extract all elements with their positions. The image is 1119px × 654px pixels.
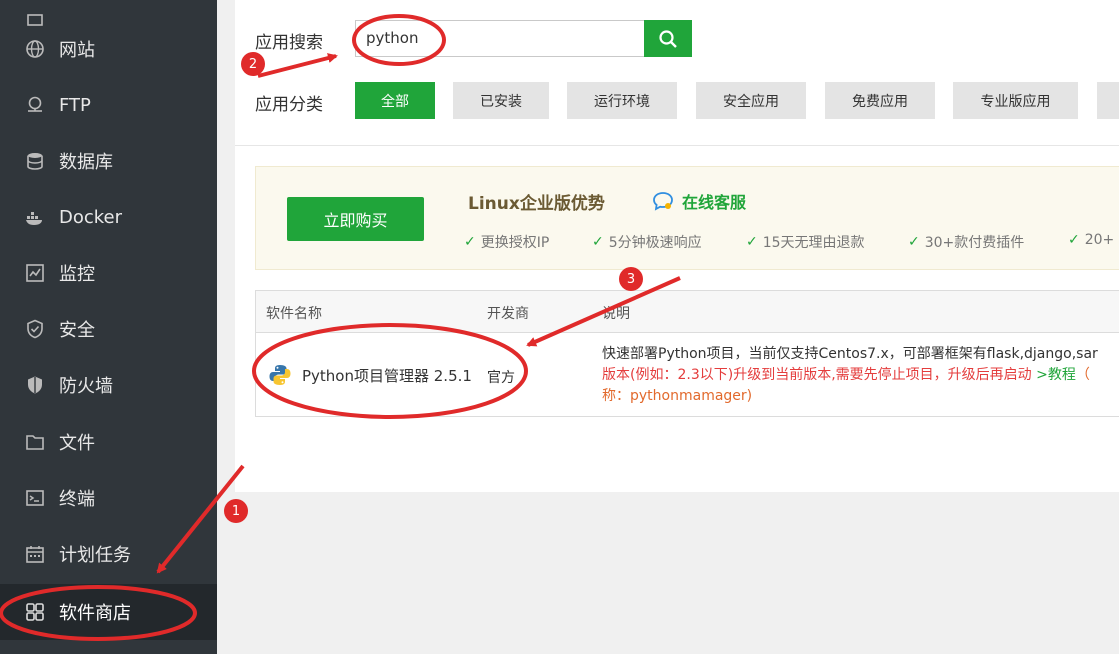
search-input[interactable]: python	[355, 20, 645, 57]
search-button[interactable]	[644, 20, 692, 57]
firewall-shield-icon	[24, 374, 46, 396]
ftp-icon	[24, 94, 46, 116]
tab-all[interactable]: 全部	[355, 82, 435, 119]
sidebar: 网站 FTP 数据库 Docker 监控 安全 防火墙 文件 终端 计划任务 软…	[0, 0, 217, 654]
sidebar-item-label: 防火墙	[59, 376, 113, 397]
sidebar-item-label: 网站	[59, 40, 95, 61]
buy-now-button[interactable]: 立即购买	[287, 197, 424, 241]
content-gutter	[217, 0, 235, 654]
tab-installed[interactable]: 已安装	[453, 82, 549, 119]
feature-item: ✓ 更换授权IP	[464, 232, 549, 252]
sidebar-item-files[interactable]: 文件	[0, 414, 217, 470]
sidebar-item-label: Docker	[59, 206, 123, 228]
sidebar-item-label: 软件商店	[59, 603, 131, 624]
column-header-name: 软件名称	[266, 306, 322, 322]
sidebar-item-ftp[interactable]: FTP	[0, 77, 217, 133]
category-label: 应用分类	[255, 95, 323, 115]
table-header: 软件名称 开发商 说明	[256, 291, 1119, 333]
online-service-link[interactable]: 在线客服	[652, 189, 746, 213]
check-icon: ✓	[908, 234, 920, 250]
sidebar-item-cron[interactable]: 计划任务	[0, 526, 217, 582]
terminal-icon	[24, 487, 46, 509]
sidebar-item-label: 安全	[59, 320, 95, 341]
monitor-icon	[24, 262, 46, 284]
column-header-developer: 开发商	[487, 306, 529, 322]
description-name-note: 称：pythonmamager)	[602, 388, 753, 404]
feature-item: ✓ 5分钟极速响应	[592, 232, 702, 252]
enterprise-promo-banner: 立即购买 Linux企业版优势 在线客服 ✓ 更换授权IP ✓ 5分钟极速响应 ✓ 1…	[255, 166, 1119, 270]
sidebar-item-label: 监控	[59, 264, 95, 285]
software-name[interactable]: Python项目管理器 2.5.1	[302, 365, 472, 386]
sidebar-item-label: 数据库	[59, 152, 113, 173]
sidebar-item-app-store[interactable]: 软件商店	[0, 584, 217, 640]
sidebar-item-firewall[interactable]: 防火墙	[0, 357, 217, 413]
chat-bubble-icon	[652, 191, 674, 211]
check-icon: ✓	[1068, 232, 1080, 248]
tab-runtime[interactable]: 运行环境	[567, 82, 677, 119]
database-icon	[24, 150, 46, 172]
app-store-panel: 应用搜索 python 应用分类 全部 已安装 运行环境 安全应用 免费应用 专…	[235, 0, 1119, 492]
sidebar-item-security[interactable]: 安全	[0, 301, 217, 357]
grid-icon	[24, 601, 46, 623]
feature-label: 5分钟极速响应	[608, 235, 702, 251]
feature-label: 15天无理由退款	[762, 235, 865, 251]
annotation-badge-3: 3	[619, 267, 643, 291]
annotation-badge-1: 1	[224, 499, 248, 523]
sidebar-item-monitor[interactable]: 监控	[0, 245, 217, 301]
check-icon: ✓	[592, 234, 604, 250]
sidebar-item-database[interactable]: 数据库	[0, 133, 217, 189]
shield-check-icon	[24, 318, 46, 340]
sidebar-item-docker[interactable]: Docker	[0, 189, 217, 245]
folder-icon	[24, 431, 46, 453]
calendar-icon	[24, 543, 46, 565]
feature-label: 20+	[1084, 232, 1115, 248]
feature-item: ✓ 15天无理由退款	[746, 232, 865, 252]
python-logo-icon	[268, 363, 292, 387]
tab-pro-apps[interactable]: 专业版应用	[953, 82, 1078, 119]
online-service-label: 在线客服	[682, 193, 747, 212]
software-description: 快速部署Python项目，当前仅支持Centos7.x，可部署框架有flask,…	[602, 344, 1098, 407]
feature-label: 更换授权IP	[480, 235, 550, 251]
annotation-badge-2: 2	[241, 52, 265, 76]
check-icon: ✓	[464, 234, 476, 250]
feature-item: ✓ 30+款付费插件	[908, 232, 1024, 252]
software-table: 软件名称 开发商 说明 Python项目管理器 2.5.1 官方 快速部署Pyt…	[255, 290, 1119, 417]
sidebar-item-website[interactable]: 网站	[0, 21, 217, 77]
main-content: 应用搜索 python 应用分类 全部 已安装 运行环境 安全应用 免费应用 专…	[217, 0, 1119, 654]
sidebar-item-terminal[interactable]: 终端	[0, 470, 217, 526]
tutorial-link[interactable]: >教程	[1036, 367, 1076, 383]
divider	[235, 145, 1119, 146]
tab-free-apps[interactable]: 免费应用	[825, 82, 935, 119]
search-label: 应用搜索	[255, 33, 323, 53]
software-developer: 官方	[487, 370, 515, 386]
docker-icon	[24, 206, 46, 228]
sidebar-item-label: 计划任务	[59, 545, 131, 566]
search-icon	[658, 29, 678, 49]
description-warning: 版本(例如：2.3以下)升级到当前版本,需要先停止项目，升级后再启动	[602, 367, 1032, 383]
description-line: 快速部署Python项目，当前仅支持Centos7.x，可部署框架有flask,…	[602, 346, 1098, 362]
sidebar-item-label: 终端	[59, 489, 95, 510]
globe-icon	[24, 38, 46, 60]
description-tail: （	[1075, 367, 1090, 383]
tab-overflow[interactable]	[1097, 82, 1119, 119]
column-header-description: 说明	[602, 306, 630, 322]
sidebar-item-label: FTP	[59, 94, 91, 116]
feature-item: ✓ 20+	[1068, 232, 1114, 248]
promo-title: Linux企业版优势	[468, 194, 605, 214]
tab-security-apps[interactable]: 安全应用	[696, 82, 806, 119]
sidebar-item-label: 文件	[59, 433, 95, 454]
feature-label: 30+款付费插件	[924, 235, 1025, 251]
check-icon: ✓	[746, 234, 758, 250]
